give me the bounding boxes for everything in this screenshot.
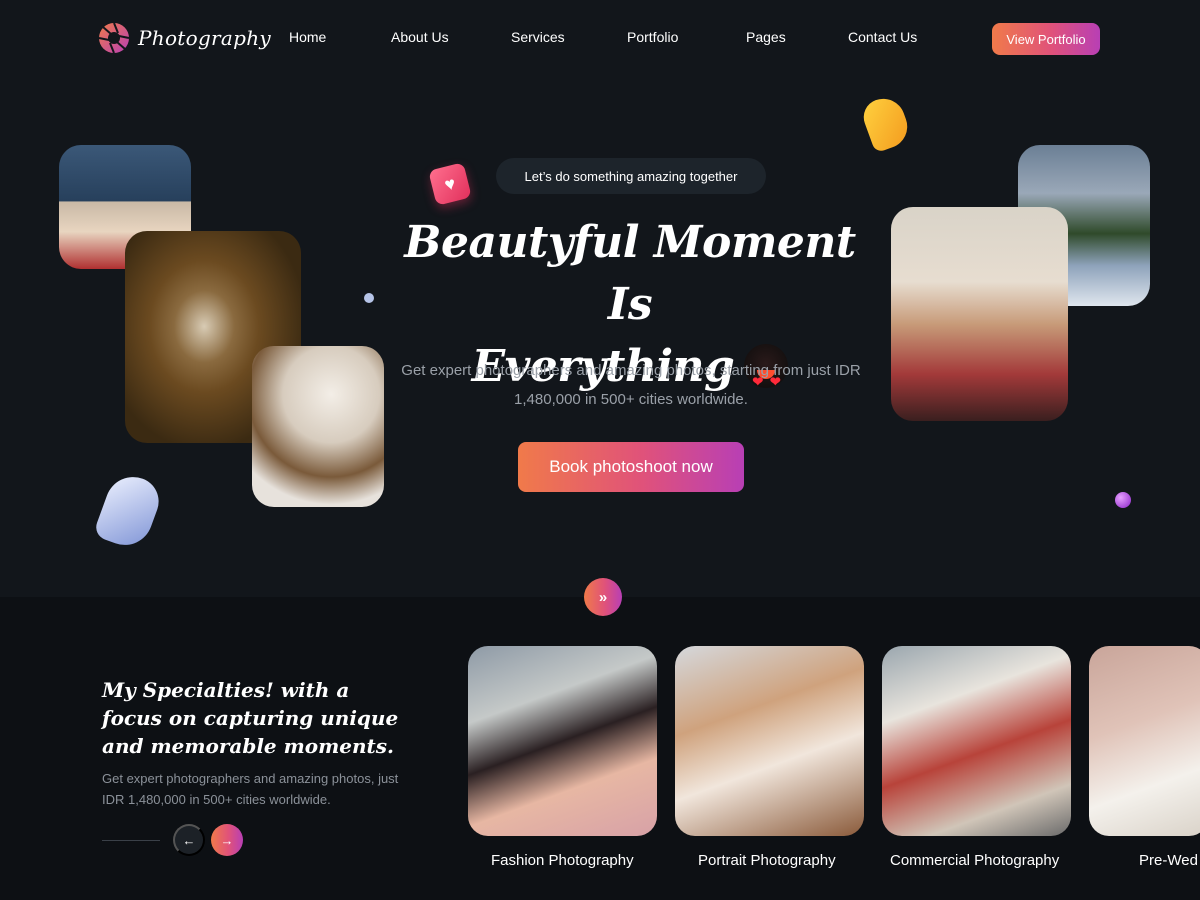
arrow-left-icon[interactable]: ← <box>173 824 205 856</box>
specialty-label: Pre-Wed <box>1139 852 1198 869</box>
specialties-title: My Specialties! with a focus on capturin… <box>102 678 399 758</box>
specialty-label: Commercial Photography <box>890 852 1060 869</box>
specialty-card-commercial[interactable] <box>882 646 1071 836</box>
hero-heading-line1: Beautyful Moment Is <box>404 217 856 330</box>
specialty-card-fashion[interactable] <box>468 646 657 836</box>
nav-portfolio[interactable]: Portfolio <box>627 29 678 45</box>
specialty-card-portrait[interactable] <box>675 646 864 836</box>
specialty-label: Portrait Photography <box>698 852 836 869</box>
photo-woman-camera <box>891 207 1068 421</box>
purple-orb-decoration <box>1115 492 1131 508</box>
specialties-subtitle: Get expert photographers and amazing pho… <box>102 771 399 807</box>
arrow-right-icon[interactable]: → <box>211 824 243 856</box>
nav-contact-us[interactable]: Contact Us <box>848 29 917 45</box>
tagline-pill: Let’s do something amazing together <box>496 158 766 194</box>
nav-about-us[interactable]: About Us <box>391 29 449 45</box>
divider <box>102 840 160 841</box>
yellow-blob-decoration <box>858 92 914 154</box>
dot-decoration <box>364 293 374 303</box>
book-photoshoot-button[interactable]: Book photoshoot now <box>518 442 744 492</box>
heart-icon: ♥ <box>428 162 472 206</box>
blue-blob-decoration <box>92 469 166 553</box>
double-chevron-down-icon[interactable]: » <box>584 578 622 616</box>
specialty-card-prewed[interactable] <box>1089 646 1200 836</box>
hero-subtitle: Get expert photographers and amazing pho… <box>401 362 861 408</box>
nav-pages[interactable]: Pages <box>746 29 786 45</box>
hero-section: Photography Home About Us Services Portf… <box>0 0 1200 597</box>
specialty-label: Fashion Photography <box>491 852 634 869</box>
view-portfolio-button[interactable]: View Portfolio <box>992 23 1100 55</box>
nav-services[interactable]: Services <box>511 29 565 45</box>
photo-phone-food <box>252 346 384 507</box>
nav-home[interactable]: Home <box>289 29 326 45</box>
